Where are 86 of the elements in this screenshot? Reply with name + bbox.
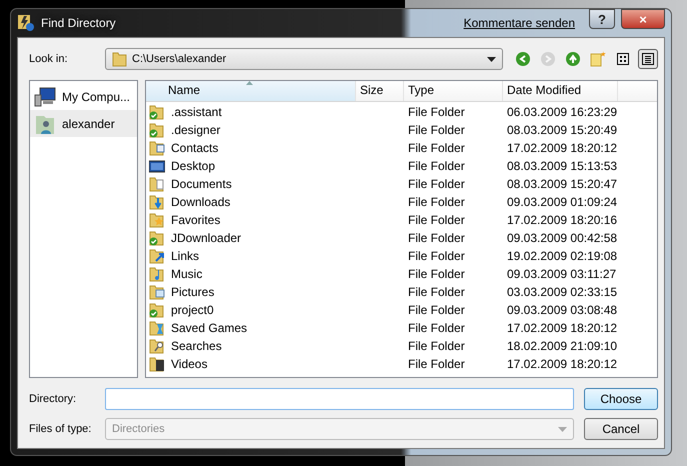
files-of-type-label: Files of type: xyxy=(29,423,92,435)
file-type: File Folder xyxy=(407,356,466,373)
file-type: File Folder xyxy=(407,302,466,319)
synced-folder-icon xyxy=(149,104,165,120)
file-name[interactable]: project0 xyxy=(171,301,214,319)
file-name[interactable]: JDownloader xyxy=(171,229,242,247)
date-modified: 17.02.2009 18:20:12 xyxy=(506,320,618,337)
synced-folder-icon xyxy=(149,302,165,318)
synced-folder-icon xyxy=(149,230,165,246)
details-view-button[interactable] xyxy=(638,49,658,69)
up-arrow-icon xyxy=(566,52,580,66)
file-type: File Folder xyxy=(407,320,466,337)
searches-folder-icon xyxy=(149,338,165,354)
date-modified: 18.02.2009 21:09:10 xyxy=(506,338,618,355)
contacts-folder-icon xyxy=(149,140,165,156)
file-name[interactable]: Downloads xyxy=(171,193,230,211)
file-type: File Folder xyxy=(407,176,466,193)
grid-view-icon xyxy=(617,53,629,65)
links-folder-icon xyxy=(149,248,165,264)
videos-folder-icon xyxy=(149,356,165,372)
feedback-link[interactable]: Kommentare senden xyxy=(464,16,575,30)
date-modified: 08.03.2009 15:13:53 xyxy=(506,158,618,175)
date-modified: 09.03.2009 03:08:48 xyxy=(506,302,618,319)
look-in-label: Look in: xyxy=(29,53,69,65)
computer-icon xyxy=(34,86,56,106)
new-folder-icon xyxy=(590,51,606,67)
file-type: File Folder xyxy=(407,158,466,175)
dropdown-arrow-icon xyxy=(487,56,496,62)
look-in-dropdown[interactable]: C:\Users\alexander xyxy=(105,48,503,70)
file-name[interactable]: Documents xyxy=(171,175,232,193)
date-modified: 06.03.2009 16:23:29 xyxy=(506,104,618,121)
file-type: File Folder xyxy=(407,122,466,139)
file-type: File Folder xyxy=(407,140,466,157)
file-type: File Folder xyxy=(407,104,466,121)
sort-arrow-icon xyxy=(246,81,253,85)
file-type: File Folder xyxy=(407,338,466,355)
new-folder-button[interactable] xyxy=(588,49,608,69)
documents-folder-icon xyxy=(149,176,165,192)
back-button[interactable] xyxy=(513,49,533,69)
file-name[interactable]: Pictures xyxy=(171,283,214,301)
synced-folder-icon xyxy=(149,122,165,138)
downloads-folder-icon xyxy=(149,194,165,210)
window-title: Find Directory xyxy=(41,16,117,30)
close-button[interactable]: × xyxy=(621,9,665,29)
date-modified: 19.02.2009 02:19:08 xyxy=(506,248,618,265)
file-type: File Folder xyxy=(407,230,466,247)
date-modified: 03.03.2009 02:33:15 xyxy=(506,284,618,301)
file-type: File Folder xyxy=(407,248,466,265)
file-name[interactable]: Contacts xyxy=(171,139,218,157)
dropdown-arrow-icon xyxy=(558,426,567,432)
file-name[interactable]: Videos xyxy=(171,355,208,373)
date-modified: 09.03.2009 00:42:58 xyxy=(506,230,618,247)
date-modified: 08.03.2009 15:20:47 xyxy=(506,176,618,193)
app-icon xyxy=(17,14,35,32)
pictures-folder-icon xyxy=(149,284,165,300)
file-name[interactable]: .assistant xyxy=(171,103,222,121)
date-modified: 09.03.2009 03:11:27 xyxy=(506,266,618,283)
file-name[interactable]: Desktop xyxy=(171,157,216,175)
file-name[interactable]: Searches xyxy=(171,337,222,355)
favorites-folder-icon xyxy=(149,212,165,228)
date-modified: 17.02.2009 18:20:12 xyxy=(506,356,618,373)
file-name[interactable]: Links xyxy=(171,247,200,265)
column-header[interactable]: Name xyxy=(146,81,356,101)
desktop-icon xyxy=(149,158,165,174)
file-type: File Folder xyxy=(407,212,466,229)
file-type: File Folder xyxy=(407,266,466,283)
date-modified: 17.02.2009 18:20:16 xyxy=(506,212,618,229)
date-modified: 17.02.2009 18:20:12 xyxy=(506,140,618,157)
music-folder-icon xyxy=(149,266,165,282)
file-type: File Folder xyxy=(407,194,466,211)
file-name[interactable]: .designer xyxy=(171,121,220,139)
directory-label: Directory: xyxy=(29,393,78,405)
file-type: File Folder xyxy=(407,284,466,301)
sidebar-item[interactable]: My Compu... xyxy=(30,83,137,110)
help-button[interactable]: ? xyxy=(589,9,615,29)
sidebar-item[interactable]: alexander xyxy=(30,110,137,137)
choose-button[interactable]: Choose xyxy=(584,388,658,410)
cancel-button[interactable]: Cancel xyxy=(584,418,658,440)
file-name[interactable]: Favorites xyxy=(171,211,220,229)
up-button[interactable] xyxy=(563,49,583,69)
date-modified: 08.03.2009 15:20:49 xyxy=(506,122,618,139)
file-name[interactable]: Saved Games xyxy=(171,319,248,337)
file-name[interactable]: Music xyxy=(171,265,202,283)
details-view-icon xyxy=(642,53,654,65)
directory-field[interactable] xyxy=(105,388,574,410)
date-modified: 09.03.2009 01:09:24 xyxy=(506,194,618,211)
